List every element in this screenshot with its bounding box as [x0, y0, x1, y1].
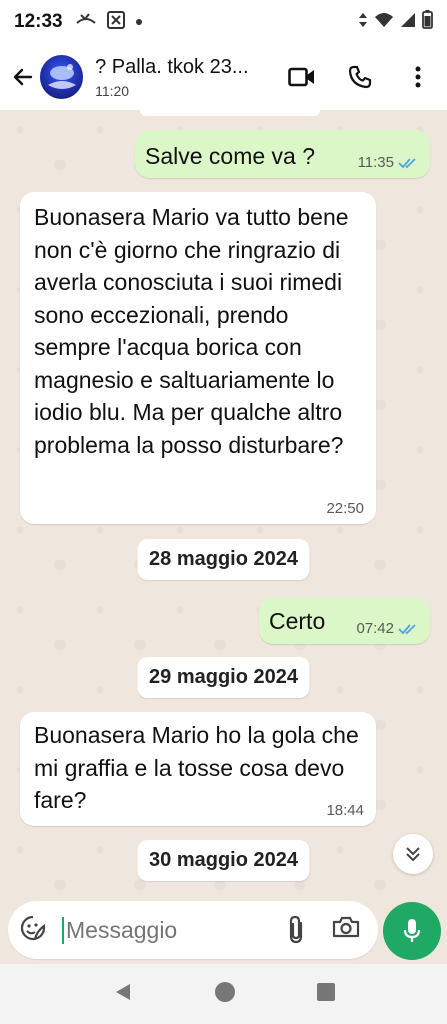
message-outgoing[interactable]: Salve come va ? 11:35	[135, 130, 430, 178]
message-text: Buonasera Mario va tutto bene non c'è gi…	[34, 204, 349, 458]
message-incoming[interactable]: Buonasera Mario va tutto bene non c'è gi…	[20, 192, 376, 524]
message-list[interactable]: Salve come va ? 11:35 Buonasera Mario va…	[0, 110, 447, 901]
nav-back-icon[interactable]	[112, 981, 134, 1008]
signal-icon	[400, 12, 416, 33]
nav-home-icon[interactable]	[214, 981, 236, 1008]
message-incoming[interactable]: Buonasera Mario ho la gola che mi graffi…	[20, 712, 376, 826]
message-time: 18:44	[326, 802, 364, 819]
status-time: 12:33	[14, 11, 63, 32]
nav-recents-icon[interactable]	[316, 982, 336, 1007]
message-time: 11:35	[357, 154, 394, 171]
message-input[interactable]	[62, 916, 252, 944]
sticker-icon[interactable]	[20, 915, 46, 946]
contact-subtitle: 11:20	[95, 82, 130, 99]
missed-call-icon	[75, 12, 97, 33]
phone-icon	[348, 65, 372, 89]
composer	[0, 901, 447, 964]
contact-info[interactable]: ? Palla. tkok 23... 11:20	[95, 56, 273, 99]
status-bar: 12:33	[0, 0, 447, 44]
system-nav-bar	[0, 964, 447, 1024]
box-x-icon	[106, 10, 125, 34]
message-time: 07:42	[356, 620, 394, 637]
more-vert-icon	[415, 66, 421, 88]
message-time: 22:50	[326, 500, 364, 517]
video-call-icon	[288, 67, 314, 87]
voice-call-button[interactable]	[331, 55, 389, 99]
avatar[interactable]	[39, 55, 84, 99]
more-options-button[interactable]	[389, 55, 447, 99]
contact-name: ? Palla. tkok 23...	[95, 55, 249, 78]
dot-icon	[135, 13, 143, 31]
data-arrows-icon	[358, 12, 368, 33]
voice-message-button[interactable]	[383, 902, 441, 960]
back-button[interactable]	[6, 57, 40, 97]
date-separator: 30 maggio 2024	[137, 840, 310, 881]
date-separator: 28 maggio 2024	[137, 539, 310, 580]
video-call-button[interactable]	[273, 55, 331, 99]
message-text: Buonasera Mario ho la gola che mi graffi…	[34, 722, 359, 813]
chat-header: ? Palla. tkok 23... 11:20	[0, 44, 447, 110]
wifi-icon	[374, 12, 394, 33]
back-arrow-icon	[13, 68, 32, 86]
battery-icon	[422, 10, 433, 34]
message-input-box	[8, 901, 378, 959]
previous-message-edge	[140, 110, 320, 116]
scroll-to-bottom-button[interactable]	[393, 834, 433, 874]
read-receipt-icon	[398, 157, 416, 168]
message-outgoing[interactable]: Certo 07:42	[259, 598, 430, 644]
chevrons-down-icon	[406, 847, 420, 862]
camera-icon[interactable]	[332, 915, 360, 944]
attach-icon[interactable]	[286, 915, 306, 950]
date-separator: 29 maggio 2024	[137, 657, 310, 698]
mic-icon	[403, 919, 421, 942]
read-receipt-icon	[398, 623, 416, 634]
